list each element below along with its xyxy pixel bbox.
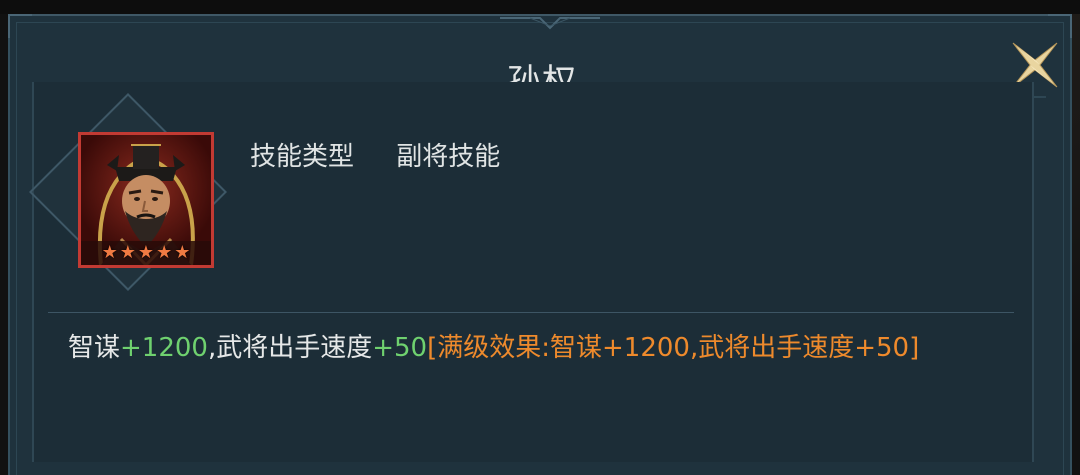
general-avatar[interactable]: ★ ★ ★ ★ ★: [78, 132, 214, 268]
star-icon: ★: [156, 242, 173, 263]
star-icon: ★: [137, 242, 155, 263]
skill-description: 智谋+1200,武将出手速度+50[满级效果:智谋+1200,武将出手速度+50…: [68, 327, 919, 364]
background-strip: [0, 0, 1080, 14]
skill-type-row: 技能类型 副将技能: [250, 136, 500, 173]
desc-bonus-value: +1200: [120, 333, 208, 363]
top-ornament-icon: [500, 17, 600, 30]
section-divider: [48, 312, 1014, 313]
desc-max-level-effect: [满级效果:智谋+1200,武将出手速度+50]: [427, 333, 920, 363]
skill-type-label: 技能类型: [250, 142, 355, 172]
desc-bonus-value: +50: [372, 333, 428, 363]
skill-type-value: 副将技能: [396, 142, 501, 172]
star-icon: ★: [119, 242, 136, 263]
desc-stat-name: ,武将出手速度: [207, 333, 373, 363]
corner-ornament: [8, 14, 32, 38]
skill-detail-screen: 孙权: [0, 0, 1080, 475]
corner-ornament: [1048, 14, 1072, 38]
star-rating: ★ ★ ★ ★ ★: [81, 241, 211, 265]
general-portrait-frame: ★ ★ ★ ★ ★: [29, 93, 227, 291]
desc-stat-name: 智谋: [68, 333, 121, 363]
star-icon: ★: [174, 242, 191, 263]
star-icon: ★: [101, 242, 118, 263]
